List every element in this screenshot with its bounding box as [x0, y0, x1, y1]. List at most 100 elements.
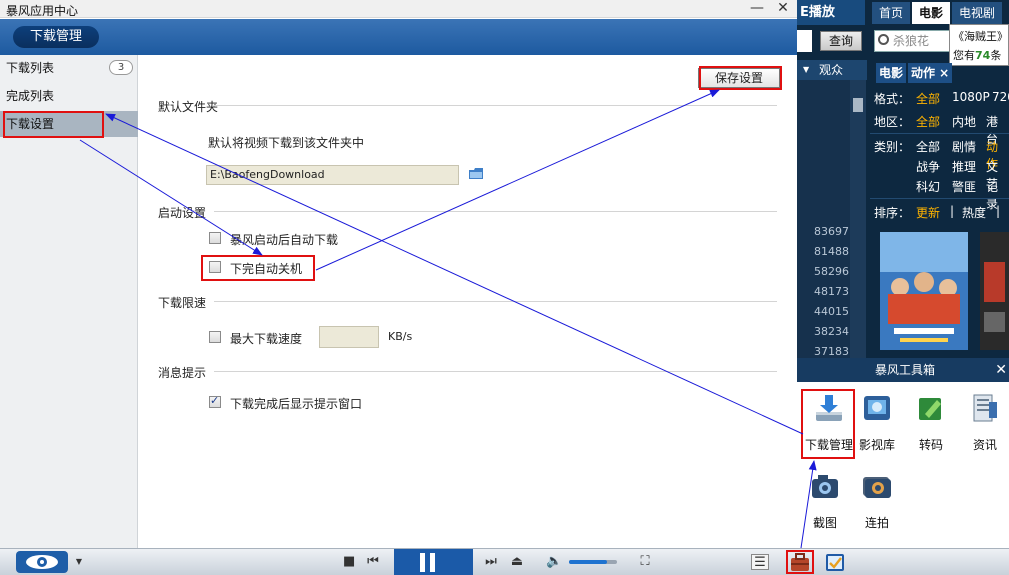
burst-camera-icon [863, 477, 891, 498]
sort-dropdown[interactable]: ▼ 观众 [797, 60, 867, 80]
toolbox-title-bar: 暴风工具箱 ✕ [797, 358, 1009, 382]
filter-option[interactable]: 内地 [952, 113, 976, 130]
download-manager-tab[interactable]: 下载管理 [13, 26, 99, 48]
tool-label: 资讯 [972, 438, 997, 452]
tab-home[interactable]: 首页 [872, 2, 910, 24]
camera-icon [812, 475, 838, 498]
auto-shutdown-checkbox[interactable] [209, 261, 221, 273]
tool-label: 影视库 [858, 438, 895, 452]
news-icon [973, 394, 997, 422]
list-item: 37183 [814, 345, 849, 358]
playlist-icon[interactable]: ☰ [751, 554, 769, 570]
save-settings-button[interactable]: 保存设置 [698, 68, 780, 88]
list-item: 48173 [814, 285, 849, 298]
filter-option[interactable]: 推理 [952, 158, 976, 175]
movie-search-input[interactable]: 杀狼花 [874, 30, 950, 52]
filter-divider [870, 198, 1009, 199]
close-icon[interactable]: ✕ [995, 358, 1007, 382]
tag-action[interactable]: 动作 × [908, 63, 953, 83]
sidebar-item-completed-list[interactable]: 完成列表 [0, 83, 138, 109]
movie-poster[interactable] [880, 232, 968, 350]
filter-option[interactable]: 全部 [916, 90, 940, 107]
next-icon[interactable]: ⏭ [484, 554, 498, 570]
sort-dropdown-label: 观众 [819, 63, 844, 77]
sort-filter-label: 排序： [874, 206, 911, 220]
sort-separator: | [996, 204, 1001, 218]
filter-option[interactable]: 1080P [952, 90, 990, 104]
window-title: 暴风应用中心 [6, 4, 79, 18]
filter-option[interactable]: 全部 [916, 138, 940, 155]
app-center-window: 暴风应用中心 — ✕ 下载管理 下载列表 3 完成列表 下载设置 [0, 0, 797, 548]
search-field-left[interactable] [797, 30, 812, 52]
eject-icon[interactable]: ⏏ [509, 554, 525, 570]
filter-option[interactable]: 警匪 [952, 178, 976, 195]
sort-option[interactable]: 更新 [916, 204, 940, 221]
tool-label: 转码 [918, 438, 943, 452]
download-path-input[interactable]: E:\BaofengDownload [206, 165, 459, 185]
burst-shot-tool[interactable]: 连拍 [849, 470, 905, 532]
folder-icon[interactable] [469, 168, 483, 179]
section-notification: 消息提示 [158, 366, 207, 380]
tag-movies[interactable]: 电影 [876, 63, 907, 83]
section-startup: 启动设置 [158, 206, 207, 220]
film-library-icon [864, 396, 890, 420]
section-divider [214, 211, 777, 212]
region-filter-label: 地区： [874, 115, 911, 129]
tab-tv-series[interactable]: 电视剧 [952, 2, 1002, 24]
sort-option[interactable]: 热度 [962, 204, 986, 221]
count-badge: 3 [109, 60, 133, 75]
sidebar-item-label: 完成列表 [6, 89, 55, 103]
minimize-button[interactable]: — [747, 1, 767, 17]
chevron-down-icon[interactable]: ▼ [74, 554, 84, 570]
news-tool[interactable]: 资讯 [957, 392, 1009, 454]
player-control-bar: ▼ ■ ⏮ ⏭ ⏏ 🔈 ⛶ ☰ [0, 548, 1009, 575]
checklist-icon[interactable] [825, 553, 845, 572]
filter-option[interactable]: 剧情 [952, 138, 976, 155]
toolbox-icon[interactable] [790, 553, 810, 572]
volume-icon[interactable]: 🔈 [546, 554, 562, 570]
filter-option[interactable]: 战争 [916, 158, 940, 175]
section-speed-limit: 下载限速 [158, 296, 207, 310]
chevron-down-icon: ▼ [803, 65, 810, 74]
sidebar-item-download-list[interactable]: 下载列表 3 [0, 55, 138, 81]
auto-download-checkbox[interactable] [209, 232, 221, 244]
baofeng-logo-icon[interactable] [16, 551, 68, 573]
pause-button[interactable] [394, 549, 473, 575]
sidebar: 下载列表 3 完成列表 下载设置 [0, 55, 138, 548]
filter-option[interactable]: 科幻 [916, 178, 940, 195]
video-library-tool[interactable]: 影视库 [849, 392, 905, 454]
popup-message: 您有74条 [953, 49, 1002, 62]
stop-icon[interactable]: ■ [343, 554, 355, 570]
transcode-tool[interactable]: 转码 [903, 392, 959, 454]
window-title-bar: 暴风应用中心 — ✕ [0, 0, 797, 18]
movie-poster[interactable] [980, 232, 1009, 350]
list-item: 44015 [814, 305, 849, 318]
notification-popup: 《海贼王》 您有74条 [949, 24, 1009, 66]
format-filter-label: 格式： [874, 92, 911, 106]
tab-movies[interactable]: 电影 [912, 2, 950, 24]
max-speed-label: 最大下载速度 [230, 332, 303, 346]
list-item: 58296 [814, 265, 849, 278]
screenshot-tool[interactable]: 截图 [797, 470, 853, 532]
sidebar-item-label: 下载列表 [6, 61, 55, 75]
list-scrollbar[interactable] [850, 80, 866, 360]
max-speed-checkbox[interactable] [209, 331, 221, 343]
sidebar-item-download-settings[interactable]: 下载设置 [0, 111, 138, 137]
filter-option[interactable]: 全部 [916, 113, 940, 130]
scrollbar-thumb[interactable] [853, 98, 863, 112]
fullscreen-icon[interactable]: ⛶ [637, 554, 653, 570]
section-divider [214, 371, 777, 372]
query-button[interactable]: 查询 [820, 31, 862, 51]
speed-unit: KB/s [388, 330, 413, 343]
max-speed-input[interactable] [319, 326, 379, 348]
sort-separator: | [950, 204, 955, 218]
list-item: 83697 [814, 225, 849, 238]
volume-slider[interactable] [569, 560, 617, 564]
playing-header: E播放 [797, 0, 865, 25]
transcode-icon [919, 398, 941, 420]
filter-option[interactable]: 720 [992, 90, 1009, 104]
previous-icon[interactable]: ⏮ [366, 554, 380, 570]
play-count-list [797, 80, 850, 360]
close-button[interactable]: ✕ [773, 1, 793, 17]
show-popup-checkbox[interactable] [209, 394, 221, 408]
